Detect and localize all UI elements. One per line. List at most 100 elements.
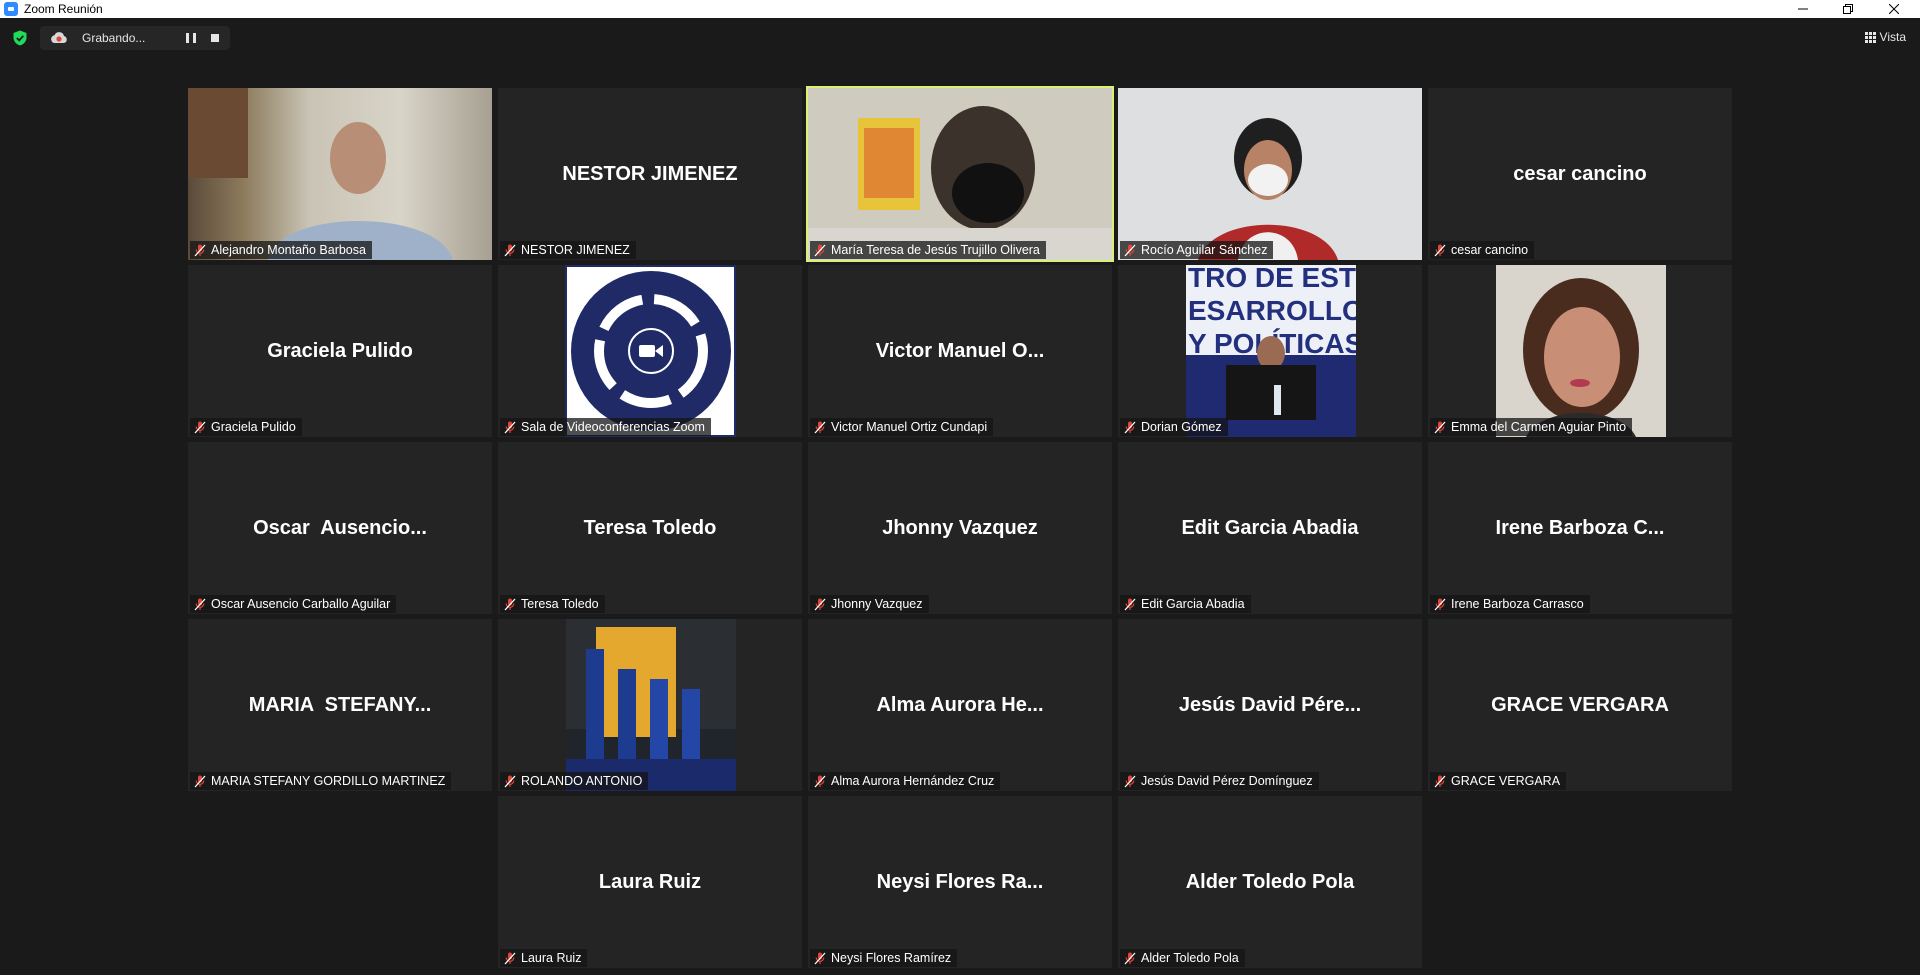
participant-name: MARIA STEFANY GORDILLO MARTINEZ (211, 774, 446, 788)
participant-name-label: Victor Manuel Ortiz Cundapi (810, 418, 994, 436)
participant-name-label: Emma del Carmen Aguiar Pinto (1430, 418, 1633, 436)
participant-tile[interactable]: María Teresa de Jesús Trujillo Olivera (806, 86, 1114, 262)
participant-name-label: María Teresa de Jesús Trujillo Olivera (810, 241, 1046, 259)
muted-mic-icon (504, 775, 516, 788)
meeting-topbar: Grabando... Vista (0, 18, 1920, 58)
participant-tile[interactable]: Sala de Videoconferencias Zoom (498, 265, 802, 437)
minimize-button[interactable] (1781, 0, 1825, 18)
muted-mic-icon (814, 598, 826, 611)
participant-name: Edit Garcia Abadia (1141, 597, 1245, 611)
participant-tile[interactable]: Emma del Carmen Aguiar Pinto (1428, 265, 1732, 437)
participant-display-name: Teresa Toledo (583, 516, 717, 539)
muted-mic-icon (1124, 421, 1136, 434)
participant-name: Dorian Gómez (1141, 420, 1222, 434)
pause-recording-button[interactable] (186, 33, 196, 43)
participant-name-label: Dorian Gómez (1120, 418, 1228, 436)
muted-mic-icon (194, 775, 206, 788)
participant-tile[interactable]: Jesús David Pére... Jesús David Pérez Dom… (1118, 619, 1422, 791)
muted-mic-icon (814, 421, 826, 434)
participant-name: Neysi Flores Ramírez (831, 951, 952, 965)
participant-name-label: Graciela Pulido (190, 418, 302, 436)
participant-tile[interactable]: Alder Toledo Pola Alder Toledo Pola (1118, 796, 1422, 968)
participant-name-label: cesar cancino (1430, 241, 1535, 259)
cloud-recording-icon (51, 32, 67, 43)
close-icon (1889, 4, 1899, 14)
muted-mic-icon (1434, 244, 1446, 257)
participant-name-label: Rocío Aguilar Sánchez (1120, 241, 1274, 259)
participant-name: cesar cancino (1451, 243, 1529, 257)
participant-tile[interactable]: Neysi Flores Ra... Neysi Flores Ramírez (808, 796, 1112, 968)
participant-display-name: Irene Barboza C... (1495, 516, 1665, 539)
window-titlebar: Zoom Reunión (0, 0, 1920, 18)
participant-tile[interactable]: Alejandro Montaño Barbosa (188, 88, 492, 260)
participant-tile[interactable]: GRACE VERGARA GRACE VERGARA (1428, 619, 1732, 791)
participant-name-label: Laura Ruiz (500, 949, 588, 967)
participant-tile[interactable]: Graciela Pulido Graciela Pulido (188, 265, 492, 437)
participant-tile[interactable]: TRO DE ESTUDESARROLLO MY POLÍTICAS PUDor… (1118, 265, 1422, 437)
participant-name-label: ROLANDO ANTONIO (500, 772, 649, 790)
participant-tile[interactable]: Oscar Ausencio... Oscar Ausencio Carballo… (188, 442, 492, 614)
muted-mic-icon (1124, 952, 1136, 965)
participant-tile[interactable]: NESTOR JIMENEZ NESTOR JIMENEZ (498, 88, 802, 260)
participant-name-label: Alma Aurora Hernández Cruz (810, 772, 1001, 790)
gallery-view: Alejandro Montaño Barbosa NESTOR JIMENEZ N… (0, 0, 1920, 975)
participant-name: ROLANDO ANTONIO (521, 774, 643, 788)
participant-display-name: Alma Aurora He... (876, 693, 1044, 716)
participant-name: Alma Aurora Hernández Cruz (831, 774, 995, 788)
minimize-icon (1798, 8, 1808, 10)
restore-icon (1843, 4, 1853, 14)
close-button[interactable] (1872, 0, 1916, 18)
participant-tile[interactable]: MARIA STEFANY... MARIA STEFANY GORDILLO M… (188, 619, 492, 791)
participant-display-name: Jhonny Vazquez (882, 516, 1038, 539)
participant-name: Laura Ruiz (521, 951, 582, 965)
participant-name-label: Neysi Flores Ramírez (810, 949, 958, 967)
participant-name-label: Oscar Ausencio Carballo Aguilar (190, 595, 397, 613)
participant-name: Jhonny Vazquez (831, 597, 923, 611)
participant-name-label: NESTOR JIMENEZ (500, 241, 636, 259)
participant-name-label: Alder Toledo Pola (1120, 949, 1245, 967)
participant-name: Emma del Carmen Aguiar Pinto (1451, 420, 1627, 434)
participant-tile[interactable]: cesar cancino cesar cancino (1428, 88, 1732, 260)
participant-display-name: Victor Manuel O... (875, 339, 1045, 362)
participant-tile[interactable]: Victor Manuel O... Victor Manuel Ortiz Cu… (808, 265, 1112, 437)
stop-recording-button[interactable] (211, 34, 219, 42)
participant-tile[interactable]: Teresa Toledo Teresa Toledo (498, 442, 802, 614)
participant-display-name: MARIA STEFANY... (248, 693, 432, 716)
muted-mic-icon (814, 952, 826, 965)
participant-name-label: Teresa Toledo (500, 595, 605, 613)
participant-name-label: GRACE VERGARA (1430, 772, 1567, 790)
participant-name: Victor Manuel Ortiz Cundapi (831, 420, 988, 434)
participant-display-name: GRACE VERGARA (1491, 693, 1669, 716)
participant-tile[interactable]: Irene Barboza C... Irene Barboza Carrasco (1428, 442, 1732, 614)
participant-name: Oscar Ausencio Carballo Aguilar (211, 597, 391, 611)
muted-mic-icon (1434, 775, 1446, 788)
participant-tile[interactable]: Rocío Aguilar Sánchez (1118, 88, 1422, 260)
muted-mic-icon (194, 421, 206, 434)
participant-display-name: cesar cancino (1513, 162, 1647, 185)
svg-text:ESARROLLO M: ESARROLLO M (1188, 295, 1356, 326)
participant-name: NESTOR JIMENEZ (521, 243, 630, 257)
participant-name: Irene Barboza Carrasco (1451, 597, 1584, 611)
participant-tile[interactable]: Edit Garcia Abadia Edit Garcia Abadia (1118, 442, 1422, 614)
view-label: Vista (1879, 30, 1906, 44)
participant-tile[interactable]: Alma Aurora He... Alma Aurora Hernández C… (808, 619, 1112, 791)
recording-label: Grabando... (82, 31, 146, 45)
participant-display-name: Laura Ruiz (598, 870, 702, 893)
restore-button[interactable] (1826, 0, 1870, 18)
muted-mic-icon (194, 598, 206, 611)
grid-view-icon (1864, 31, 1876, 43)
muted-mic-icon (814, 775, 826, 788)
participant-display-name: Neysi Flores Ra... (876, 870, 1044, 893)
participant-tile[interactable]: ROLANDO ANTONIO (498, 619, 802, 791)
view-button[interactable]: Vista (1864, 30, 1906, 44)
participant-tile[interactable]: Laura Ruiz Laura Ruiz (498, 796, 802, 968)
muted-mic-icon (504, 598, 516, 611)
participant-display-name: Oscar Ausencio... (253, 516, 427, 539)
security-shield-icon[interactable] (12, 30, 28, 46)
participant-name: María Teresa de Jesús Trujillo Olivera (831, 243, 1040, 257)
participant-name: Rocío Aguilar Sánchez (1141, 243, 1268, 257)
muted-mic-icon (814, 244, 826, 257)
muted-mic-icon (1434, 598, 1446, 611)
participant-name: Alejandro Montaño Barbosa (211, 243, 366, 257)
participant-tile[interactable]: Jhonny Vazquez Jhonny Vazquez (808, 442, 1112, 614)
